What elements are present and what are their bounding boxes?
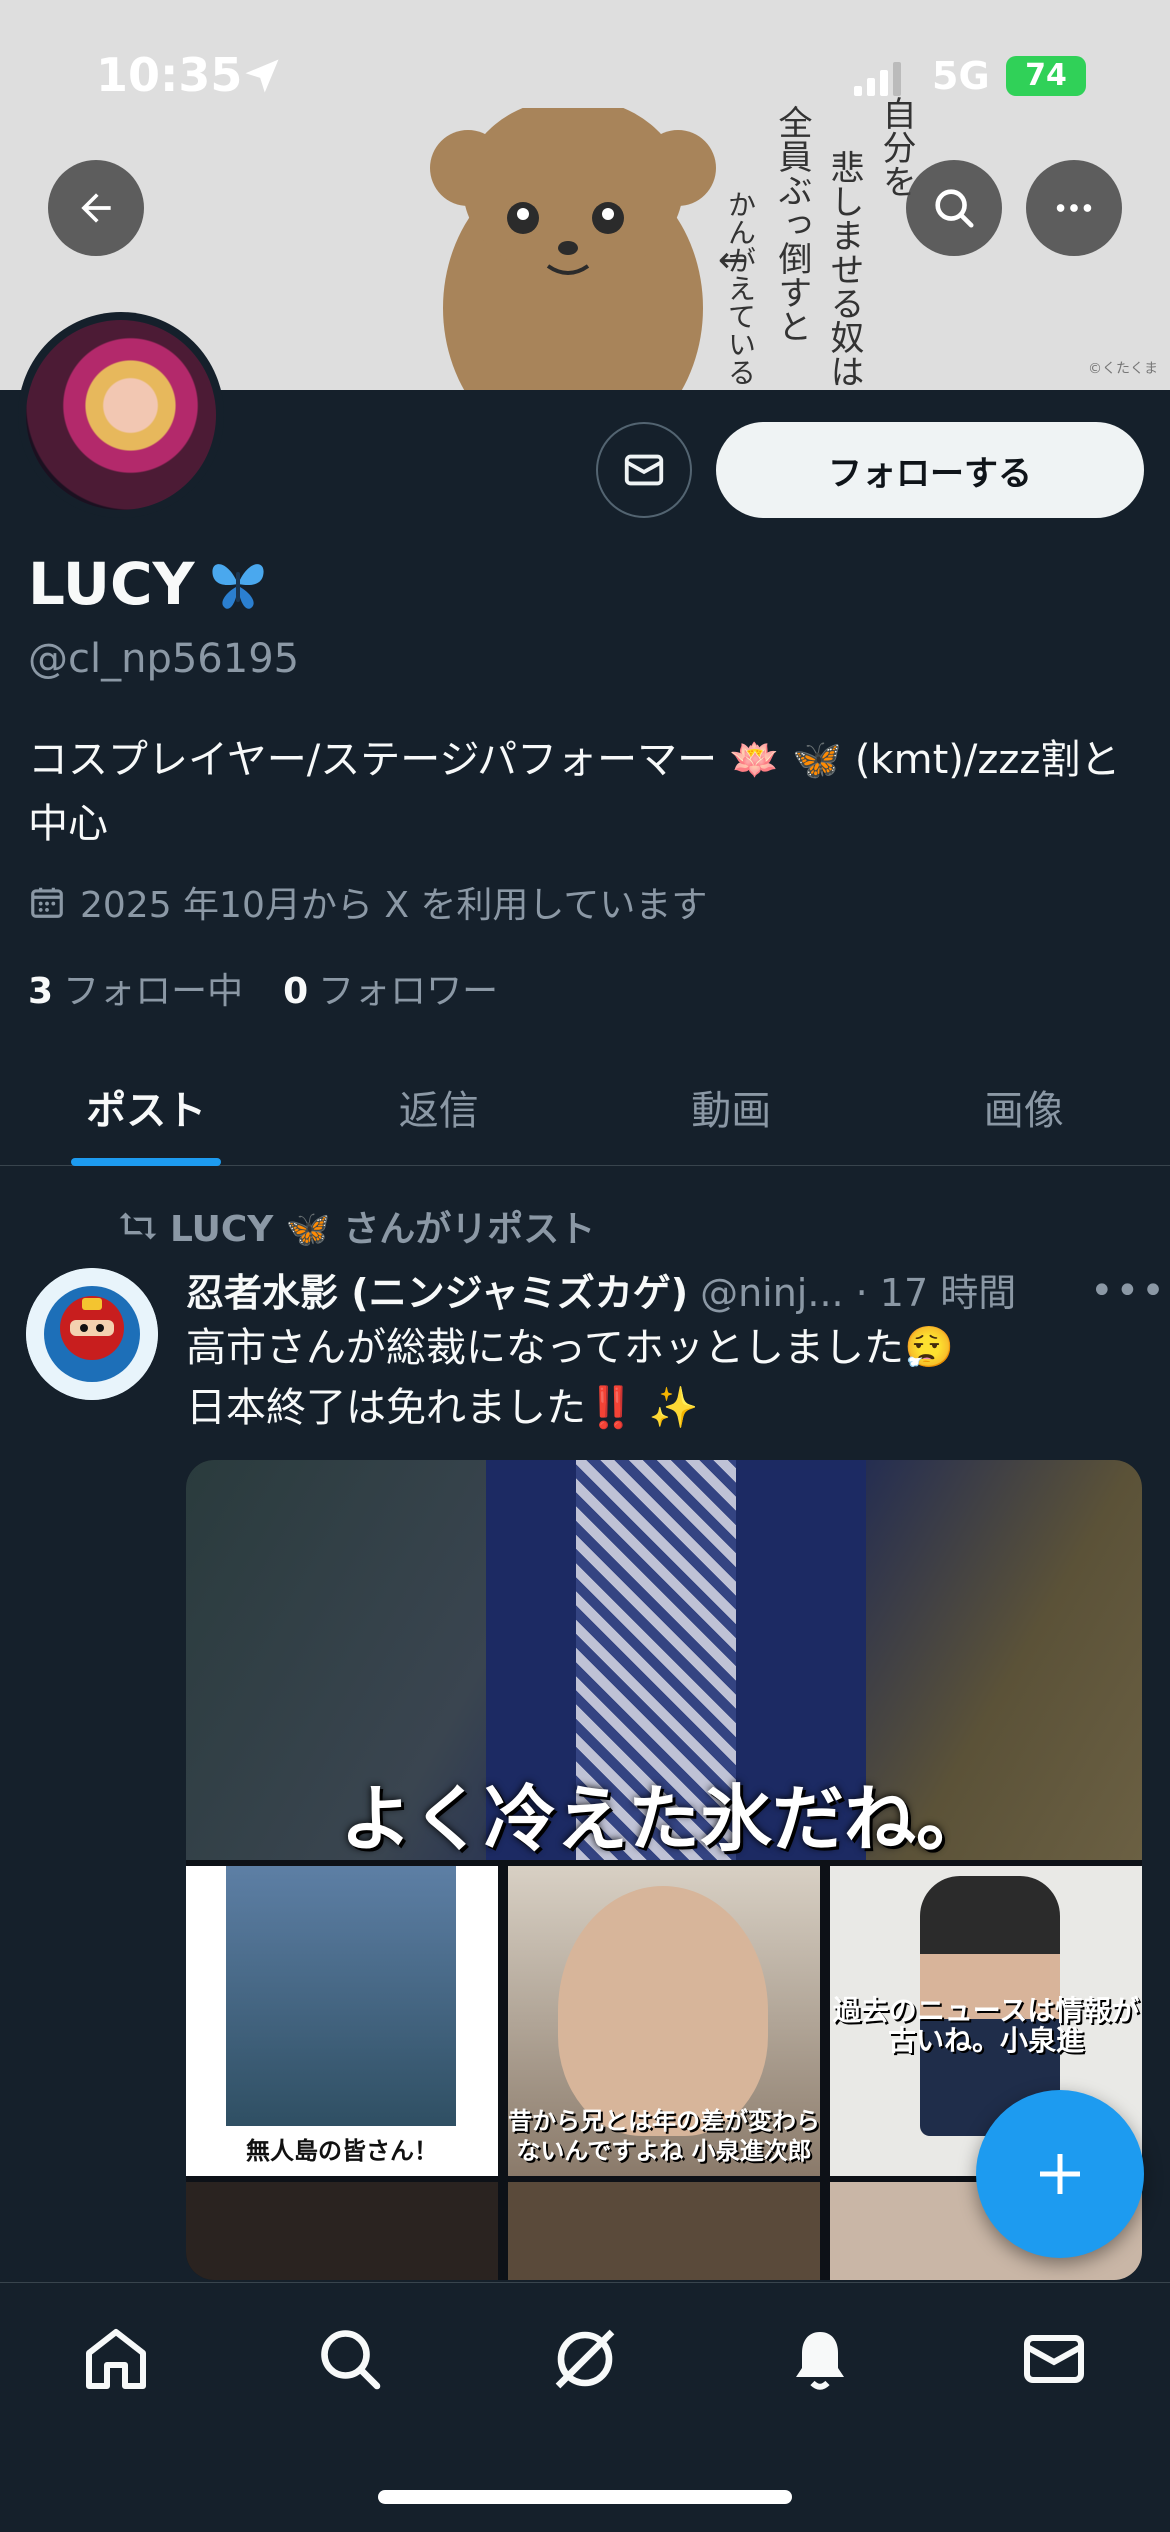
explore-search-icon [321, 2330, 381, 2390]
mail-icon [624, 454, 664, 486]
media-tile-4 [186, 2182, 498, 2280]
nav-messages[interactable] [1014, 2319, 1094, 2399]
nav-home[interactable] [76, 2319, 156, 2399]
messages-mail-icon [1024, 2335, 1084, 2383]
home-indicator [378, 2490, 792, 2504]
banner-text-line: かんがえている [724, 190, 757, 386]
notifications-bell-icon [796, 2332, 844, 2390]
tile2-caption: 昔から兄とは年の差が変わらないんですよね 小泉進次郎 [508, 2106, 820, 2165]
tile1-caption: 無人島の皆さん！ [246, 2136, 438, 2165]
post-text-line: 日本終了は免れました‼️ ✨ [186, 1385, 699, 1431]
back-button[interactable] [48, 160, 144, 256]
grok-icon [555, 2329, 615, 2389]
post-author-name[interactable]: 忍者水影 (ニンジャミズカゲ) [186, 1262, 688, 1317]
cellular-signal-icon [854, 62, 901, 96]
joined-date-row: 2025 年10月から X を利用しています [28, 876, 707, 928]
repost-label: LUCY 🦋 さんがリポスト [170, 1209, 596, 1250]
post-time: · 17 時間 [855, 1271, 1017, 1315]
followers-count: 0 [283, 971, 309, 1012]
home-icon [86, 2329, 146, 2389]
avatar-image [26, 320, 216, 510]
profile-handle: @cl_np56195 [28, 636, 300, 682]
profile-tabs: ポスト 返信 動画 画像 [0, 1048, 1170, 1166]
more-icon [1056, 204, 1092, 212]
tile3-caption: 過去のニュースは情報が古いね。小泉進 [832, 1994, 1140, 2057]
post-more-icon[interactable]: ••• [1090, 1268, 1167, 1314]
tile2-face [558, 1886, 768, 2136]
tab-replies[interactable]: 返信 [293, 1048, 586, 1165]
banner-credit: ©くたくま [1088, 361, 1158, 377]
message-button[interactable] [596, 422, 692, 518]
bear-illustration [430, 108, 716, 390]
post-author-avatar[interactable] [26, 1268, 158, 1400]
location-arrow-icon [245, 59, 279, 93]
status-time: 10:35 [96, 48, 243, 102]
calendar-icon [31, 887, 63, 918]
search-button[interactable] [906, 160, 1002, 256]
media-tile-1: 無人島の皆さん！ [186, 1866, 498, 2176]
nav-explore[interactable] [310, 2319, 390, 2399]
butterfly-icon [211, 564, 264, 609]
search-icon [935, 189, 974, 228]
tab-posts[interactable]: ポスト [0, 1048, 293, 1165]
back-arrow-icon [81, 193, 111, 223]
network-type: 5G [932, 54, 990, 98]
status-bar: 10:35 5G 74 [0, 0, 1170, 150]
following-count: 3 [28, 971, 54, 1012]
ninja-avatar-image [26, 1268, 158, 1400]
media-tile-2: 昔から兄とは年の差が変わらないんですよね 小泉進次郎 [508, 1866, 820, 2176]
banner-text-line: 悲しませる奴は [824, 150, 864, 388]
nav-grok[interactable] [545, 2319, 625, 2399]
followers-label: フォロワー [318, 971, 499, 1012]
repost-indicator: LUCY 🦋 さんがリポスト [118, 1200, 595, 1252]
tile1-photo [226, 1866, 456, 2126]
tab-media[interactable]: 画像 [878, 1048, 1170, 1165]
more-button[interactable] [1026, 160, 1122, 256]
follow-button[interactable]: フォローする [716, 422, 1144, 518]
nav-notifications[interactable] [780, 2319, 860, 2399]
follow-counts: 3 フォロー中 0 フォロワー [28, 962, 498, 1014]
tab-videos[interactable]: 動画 [585, 1048, 878, 1165]
post-text-line: 高市さんが総裁になってホッとしました😮‍💨 [186, 1325, 954, 1371]
profile-avatar[interactable] [18, 312, 224, 518]
compose-button[interactable] [976, 2090, 1144, 2258]
repost-icon [119, 1212, 157, 1240]
post-header: 忍者水影 (ニンジャミズカゲ) @ninj... · 17 時間 [186, 1262, 1126, 1317]
display-name: LUCY [28, 550, 195, 618]
followers-link[interactable]: 0 フォロワー [283, 962, 498, 1014]
following-label: フォロー中 [63, 971, 244, 1012]
joined-date: 2025 年10月から X を利用しています [80, 885, 708, 926]
compose-plus-icon [1040, 2154, 1080, 2194]
post-author-handle[interactable]: @ninj... [700, 1271, 844, 1315]
profile-name-row: LUCY [28, 550, 269, 618]
post-text: 高市さんが総裁になってホッとしました😮‍💨 日本終了は免れました‼️ ✨ [186, 1318, 1146, 1438]
battery-indicator: 74 [1006, 56, 1086, 96]
media-tile-5 [508, 2182, 820, 2280]
profile-bio: コスプレイヤー/ステージパフォーマー 🪷 🦋 (kmt)/zzz割と中心 [28, 737, 1121, 847]
media-main-caption: よく冷えた氷だね。 [339, 1776, 988, 1861]
following-link[interactable]: 3 フォロー中 [28, 962, 243, 1014]
